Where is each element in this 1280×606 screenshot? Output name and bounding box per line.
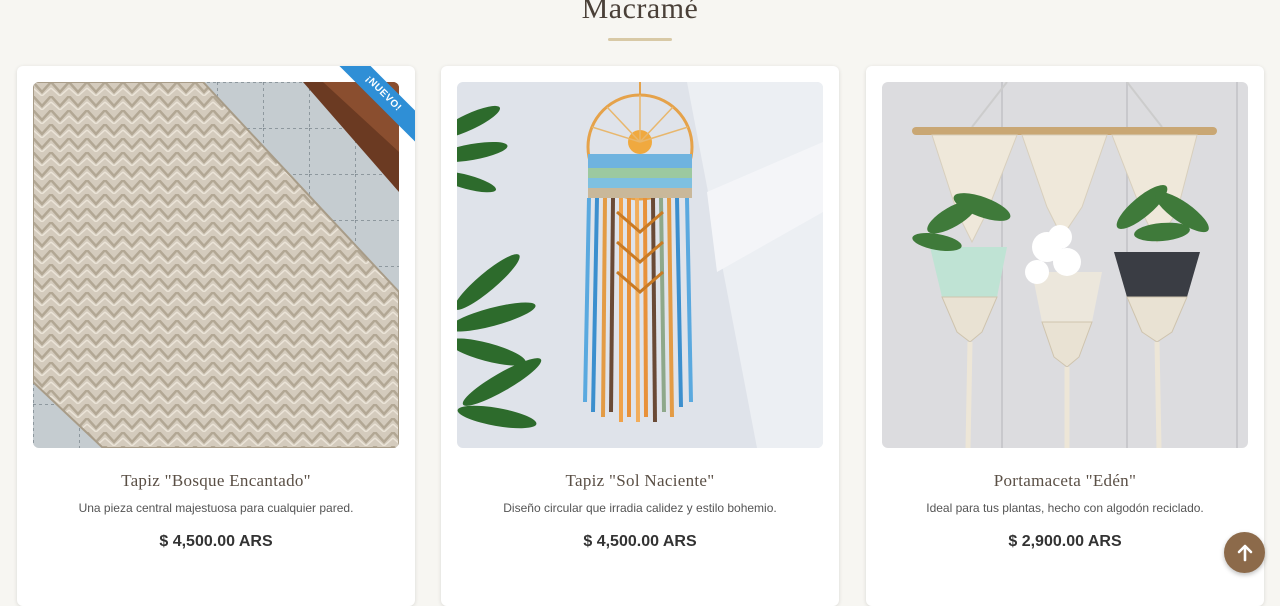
new-badge-container: ¡NUEVO!: [333, 66, 415, 148]
arrow-up-icon: [1237, 544, 1252, 561]
product-title[interactable]: Tapiz "Bosque Encantado": [17, 471, 415, 491]
product-image-plant-hanger[interactable]: [882, 82, 1248, 448]
section-title: Macramé: [581, 0, 699, 25]
product-card-bosque-encantado[interactable]: ¡NUEVO! Tapiz "Bosque Encantado" Una pie…: [17, 66, 415, 606]
product-description: Una pieza central majestuosa para cualqu…: [78, 501, 354, 515]
product-price: $ 4,500.00 ARS: [159, 533, 273, 550]
product-card-sol-naciente[interactable]: Tapiz "Sol Naciente" Diseño circular que…: [441, 66, 839, 606]
product-price: $ 2,900.00 ARS: [1008, 533, 1122, 550]
product-description: Ideal para tus plantas, hecho con algodó…: [926, 501, 1204, 515]
scroll-to-top-button[interactable]: [1224, 532, 1265, 573]
title-underline: [608, 38, 672, 41]
product-description: Diseño circular que irradia calidez y es…: [503, 501, 777, 515]
product-title[interactable]: Tapiz "Sol Naciente": [441, 471, 839, 491]
new-badge: ¡NUEVO!: [333, 66, 415, 145]
product-price: $ 4,500.00 ARS: [583, 533, 697, 550]
product-card-eden[interactable]: Portamaceta "Edén" Ideal para tus planta…: [866, 66, 1264, 606]
product-title[interactable]: Portamaceta "Edén": [866, 471, 1264, 491]
product-image-dreamcatcher[interactable]: [457, 82, 823, 448]
